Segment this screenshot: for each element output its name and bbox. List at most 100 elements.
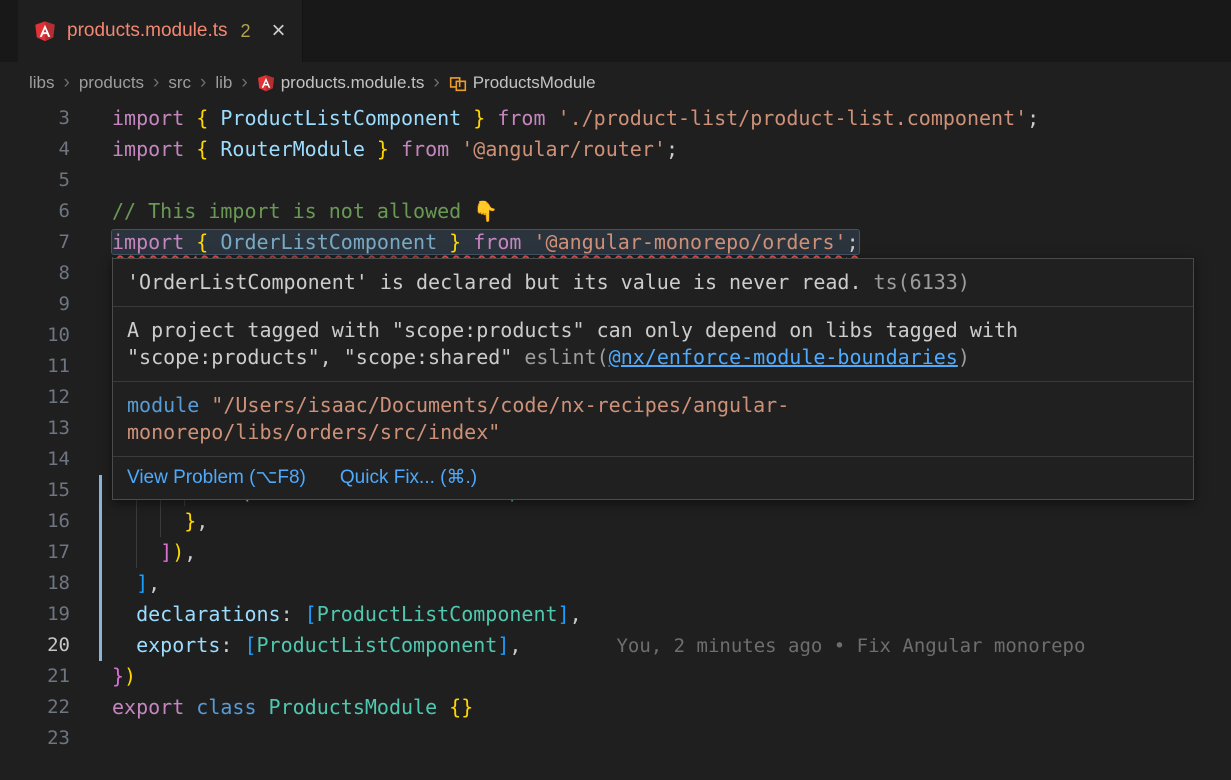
- tab-bar-spacer: [0, 0, 18, 62]
- git-blame-annotation: You, 2 minutes ago • Fix Angular monorep…: [616, 635, 1085, 657]
- code-line[interactable]: 16},: [0, 506, 1231, 537]
- tab-problem-badge: 2: [241, 21, 251, 42]
- code-token: ProductListComponent: [220, 106, 461, 130]
- line-number[interactable]: 14: [0, 444, 70, 475]
- code-token: ): [172, 540, 184, 564]
- code-line-content: exports: [ProductListComponent],You, 2 m…: [70, 630, 1231, 661]
- code-token: }: [112, 664, 124, 688]
- indent-guide: [136, 506, 137, 537]
- chevron-right-icon: ›: [198, 72, 208, 94]
- line-number[interactable]: 21: [0, 661, 70, 692]
- line-number[interactable]: 8: [0, 258, 70, 289]
- breadcrumb-item-products[interactable]: products: [79, 73, 144, 93]
- chevron-right-icon: ›: [151, 72, 161, 94]
- code-line[interactable]: 20exports: [ProductListComponent],You, 2…: [0, 630, 1231, 661]
- code-token: }: [365, 137, 401, 161]
- line-number[interactable]: 4: [0, 134, 70, 165]
- tab-bar-empty-space: [303, 0, 1231, 62]
- hover-text: ts(6133): [862, 270, 970, 294]
- code-token: import: [112, 137, 196, 161]
- quick-fix-action[interactable]: Quick Fix... (⌘.): [340, 466, 477, 489]
- breadcrumb-item-libs[interactable]: libs: [29, 73, 55, 93]
- code-line[interactable]: 23: [0, 723, 1231, 754]
- breadcrumb-label: libs: [29, 73, 55, 93]
- tab-products-module[interactable]: products.module.ts 2 ×: [18, 0, 303, 62]
- angular-icon: [257, 74, 275, 92]
- code-token: [: [244, 633, 256, 657]
- breadcrumb-label: products.module.ts: [281, 73, 425, 93]
- breadcrumb-item-lib[interactable]: lib: [215, 73, 232, 93]
- chevron-right-icon: ›: [239, 72, 249, 94]
- code-line[interactable]: 5: [0, 165, 1231, 196]
- line-number[interactable]: 10: [0, 320, 70, 351]
- line-number[interactable]: 12: [0, 382, 70, 413]
- hover-section: 'OrderListComponent' is declared but its…: [113, 259, 1193, 306]
- angular-icon: [34, 20, 56, 42]
- code-token: class: [196, 695, 268, 719]
- code-token: ,: [196, 509, 208, 533]
- code-line-content: [70, 723, 1231, 754]
- code-token: 👇: [473, 199, 498, 223]
- eslint-rule-link[interactable]: @nx/enforce-module-boundaries: [609, 345, 958, 369]
- hover-text: eslint(: [524, 345, 608, 369]
- breadcrumb-label: ProductsModule: [473, 73, 596, 93]
- code-line[interactable]: 17]),: [0, 537, 1231, 568]
- code-token: }: [461, 106, 497, 130]
- code-token: ]: [558, 602, 570, 626]
- code-token: './product-list/product-list.component': [558, 106, 1028, 130]
- close-tab-icon[interactable]: ×: [272, 19, 286, 43]
- line-number[interactable]: 5: [0, 165, 70, 196]
- line-number[interactable]: 18: [0, 568, 70, 599]
- line-number[interactable]: 3: [0, 103, 70, 134]
- breadcrumb-label: products: [79, 73, 144, 93]
- code-token: ,: [148, 571, 160, 595]
- breadcrumb-item-productsmodule[interactable]: ProductsModule: [449, 73, 596, 93]
- line-number[interactable]: 19: [0, 599, 70, 630]
- code-token: {: [196, 106, 220, 130]
- line-number[interactable]: 20: [0, 630, 70, 661]
- view-problem-action[interactable]: View Problem (⌥F8): [127, 466, 306, 489]
- line-number[interactable]: 22: [0, 692, 70, 723]
- code-token: ,: [184, 540, 196, 564]
- code-line-content: export class ProductsModule {}: [70, 692, 1231, 723]
- code-line-content: [70, 165, 1231, 196]
- code-line[interactable]: 4import { RouterModule } from '@angular/…: [0, 134, 1231, 165]
- breadcrumb-item-src[interactable]: src: [168, 73, 191, 93]
- line-number[interactable]: 6: [0, 196, 70, 227]
- line-number[interactable]: 9: [0, 289, 70, 320]
- code-line[interactable]: 21}): [0, 661, 1231, 692]
- line-number[interactable]: 16: [0, 506, 70, 537]
- code-line-content: }): [70, 661, 1231, 692]
- code-line[interactable]: 7import { OrderListComponent } from '@an…: [0, 227, 1231, 258]
- code-token: from: [473, 230, 533, 254]
- code-token: import: [112, 230, 196, 254]
- code-line-content: // This import is not allowed 👇: [70, 196, 1231, 227]
- code-line[interactable]: 22export class ProductsModule {}: [0, 692, 1231, 723]
- line-number[interactable]: 7: [0, 227, 70, 258]
- code-token: :: [281, 602, 305, 626]
- code-line[interactable]: 19declarations: [ProductListComponent],: [0, 599, 1231, 630]
- line-number[interactable]: 15: [0, 475, 70, 506]
- line-number[interactable]: 11: [0, 351, 70, 382]
- breadcrumb-item-products-module-ts[interactable]: products.module.ts: [257, 73, 425, 93]
- code-token: '@angular/router': [461, 137, 666, 161]
- code-token: ]: [160, 540, 172, 564]
- line-number[interactable]: 13: [0, 413, 70, 444]
- line-number[interactable]: 23: [0, 723, 70, 754]
- class-icon: [449, 74, 467, 92]
- code-token: }: [184, 509, 196, 533]
- code-token: ): [124, 664, 136, 688]
- code-token: {}: [449, 695, 473, 719]
- code-token: from: [401, 137, 461, 161]
- code-token: {: [196, 137, 220, 161]
- code-line[interactable]: 18],: [0, 568, 1231, 599]
- chevron-right-icon: ›: [62, 72, 72, 94]
- hover-text: module: [127, 393, 211, 417]
- line-number[interactable]: 17: [0, 537, 70, 568]
- code-line[interactable]: 3import { ProductListComponent } from '.…: [0, 103, 1231, 134]
- code-line[interactable]: 6// This import is not allowed 👇: [0, 196, 1231, 227]
- code-token: [: [305, 602, 317, 626]
- code-line-content: declarations: [ProductListComponent],: [70, 599, 1231, 630]
- chevron-right-icon: ›: [431, 72, 441, 94]
- hover-section: A project tagged with "scope:products" c…: [113, 306, 1193, 381]
